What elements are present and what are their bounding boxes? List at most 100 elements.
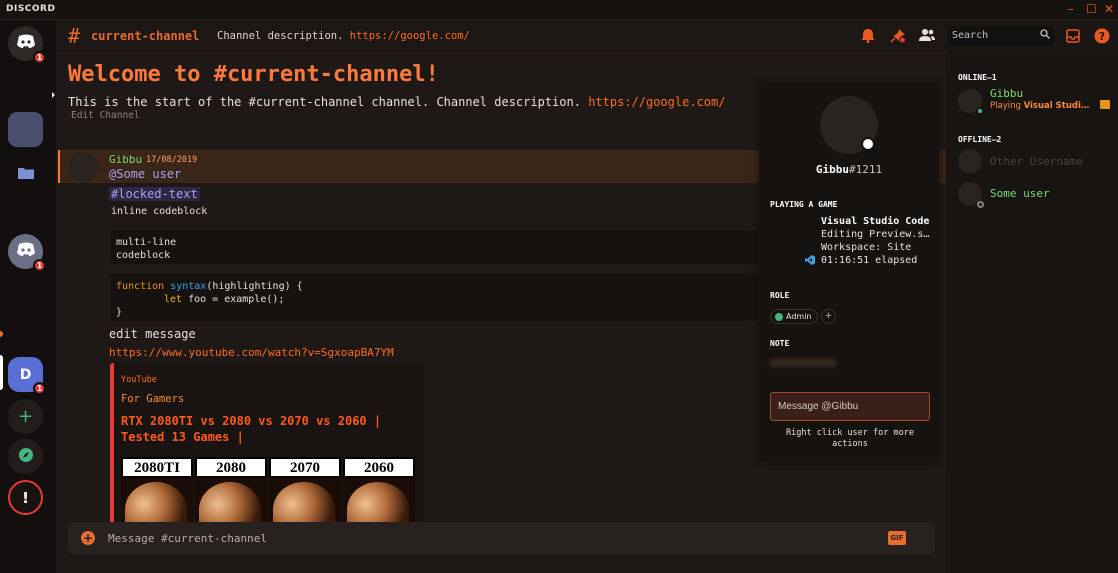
thumbnail-label: 2060 xyxy=(343,457,415,478)
offline-header: OFFLINE—2 xyxy=(958,135,1002,144)
online-header: ONLINE—1 xyxy=(958,73,997,82)
start-text: This is the start of the #current-channe… xyxy=(68,95,581,109)
embed-title[interactable]: RTX 2080TI vs 2080 vs 2070 vs 2060 | Tes… xyxy=(121,413,421,445)
vscode-icon xyxy=(805,255,815,268)
unread-pill xyxy=(0,331,3,337)
notification-bell-icon[interactable] xyxy=(861,28,875,47)
start-link[interactable]: https://google.com/ xyxy=(588,95,725,109)
role-color-dot xyxy=(775,312,783,321)
code-line: let foo = example(); xyxy=(116,293,752,306)
channel-mention[interactable]: #locked-text xyxy=(109,187,200,201)
topic-link[interactable]: https://google.com/ xyxy=(350,30,470,42)
member-avatar[interactable] xyxy=(958,149,982,173)
status-indicator xyxy=(861,137,875,151)
note-header: NOTE xyxy=(770,339,790,348)
game-name: Visual Studio Code xyxy=(821,216,930,227)
youtube-embed: YouTube For Gamers RTX 2080TI vs 2080 vs… xyxy=(110,363,425,533)
code-function-name: syntax xyxy=(170,281,207,292)
avatar[interactable] xyxy=(68,152,98,182)
code-params: (highlighting) { xyxy=(206,281,303,292)
member-activity: Playing Visual Studi… xyxy=(990,101,1089,111)
code-keyword: function xyxy=(116,281,165,292)
member-avatar[interactable] xyxy=(958,182,984,208)
selected-pill xyxy=(0,355,3,390)
code-keyword: let xyxy=(164,294,183,305)
home-badge: 1 xyxy=(33,51,46,64)
folder-icon[interactable] xyxy=(18,164,34,183)
gif-button[interactable]: GIF xyxy=(888,531,906,545)
popout-username: Gibbu#1211 xyxy=(759,163,939,176)
edit-channel-link[interactable]: Edit Channel xyxy=(71,110,140,121)
server-icon-d[interactable]: D 1 xyxy=(8,357,46,395)
maximize-button[interactable]: ☐ xyxy=(1086,2,1097,16)
server-d-letter: D xyxy=(19,366,32,383)
search-input[interactable]: Search xyxy=(947,26,1055,46)
composer-placeholder: Message #current-channel xyxy=(108,532,267,545)
channel-topic: Channel description. https://google.com/ xyxy=(217,30,470,42)
user-mention[interactable]: @Some user xyxy=(109,167,181,181)
role-admin[interactable]: Admin xyxy=(770,309,818,324)
channel-start-text: This is the start of the #current-channe… xyxy=(68,95,725,109)
channel-header: # current-channel Channel description. h… xyxy=(56,20,1110,53)
server2-badge: 1 xyxy=(33,259,46,272)
activity-header: PLAYING A GAME xyxy=(770,200,838,209)
alert-icon: ! xyxy=(22,488,29,507)
popout-hint: Right click user for more actions xyxy=(786,428,914,449)
activity-prefix: Playing xyxy=(990,101,1024,111)
member-name[interactable]: Some user xyxy=(990,187,1050,200)
pinned-messages-icon[interactable] xyxy=(890,28,906,47)
compass-icon xyxy=(18,447,34,467)
discriminator: #1211 xyxy=(849,163,883,176)
popout-message-input[interactable]: Message @Gibbu xyxy=(770,392,930,421)
close-button[interactable]: ✕ xyxy=(1104,2,1114,16)
member-list: ONLINE—1 Gibbu Playing Visual Studi… OFF… xyxy=(946,54,1118,573)
rich-presence-icon xyxy=(1100,100,1110,109)
thumbnail-label: 2070 xyxy=(269,457,341,478)
search-icon xyxy=(1040,29,1050,42)
message-text: edit message xyxy=(109,327,196,341)
welcome-title: Welcome to #current-channel! xyxy=(68,62,439,87)
minimize-button[interactable]: – xyxy=(1068,2,1074,16)
embed-provider[interactable]: YouTube xyxy=(121,375,157,385)
upload-plus-icon[interactable]: + xyxy=(81,531,95,545)
message-placeholder: Message @Gibbu xyxy=(778,401,859,412)
title-bar: DISCORD – ☐ ✕ xyxy=(0,0,1118,20)
home-button[interactable]: 1 xyxy=(8,26,46,64)
online-status-dot xyxy=(976,107,984,115)
user-popout: Gibbu#1211 PLAYING A GAME Visual Studio … xyxy=(759,84,939,462)
inbox-icon[interactable] xyxy=(1066,29,1080,47)
member-name[interactable]: Gibbu xyxy=(990,87,1023,100)
youtube-link[interactable]: https://www.youtube.com/watch?v=SgxoapBA… xyxy=(109,346,394,359)
explore-servers-button[interactable] xyxy=(8,439,43,474)
code-block-syntax: function syntax(highlighting) { let foo … xyxy=(109,273,759,322)
channel-name: current-channel xyxy=(91,29,200,43)
help-icon[interactable]: ? xyxy=(1094,28,1110,48)
channel-hash-icon: # xyxy=(68,24,81,48)
code-line: function syntax(highlighting) { xyxy=(116,280,752,293)
member-avatar[interactable] xyxy=(958,89,984,115)
thumbnail-label: 2080 xyxy=(195,457,267,478)
alert-button[interactable]: ! xyxy=(8,480,43,515)
server-d-badge: 1 xyxy=(33,382,46,395)
svg-text:?: ? xyxy=(1099,30,1105,43)
role-header: ROLE xyxy=(770,291,790,300)
message-composer[interactable]: + Message #current-channel GIF xyxy=(68,522,935,554)
plus-icon: + xyxy=(17,406,34,427)
code-line: codeblock xyxy=(116,250,171,261)
inline-code: inline codeblock xyxy=(111,206,208,217)
add-role-button[interactable]: + xyxy=(821,309,836,324)
server-icon-1[interactable] xyxy=(8,112,43,147)
member-list-icon[interactable] xyxy=(919,28,935,46)
username: Gibbu xyxy=(815,163,849,176)
discord-logo-icon xyxy=(16,242,36,261)
add-server-button[interactable]: + xyxy=(8,399,43,434)
game-details: Editing Preview.s… xyxy=(821,229,930,240)
activity-game: Visual Studi… xyxy=(1023,101,1090,111)
discord-logo-icon xyxy=(16,34,36,53)
member-name[interactable]: Other Username xyxy=(990,155,1083,168)
code-line: } xyxy=(116,307,123,318)
note-field[interactable] xyxy=(770,359,836,367)
server-icon-2[interactable]: 1 xyxy=(8,234,46,272)
embed-author[interactable]: For Gamers xyxy=(121,393,184,405)
message-author[interactable]: Gibbu xyxy=(109,153,142,166)
